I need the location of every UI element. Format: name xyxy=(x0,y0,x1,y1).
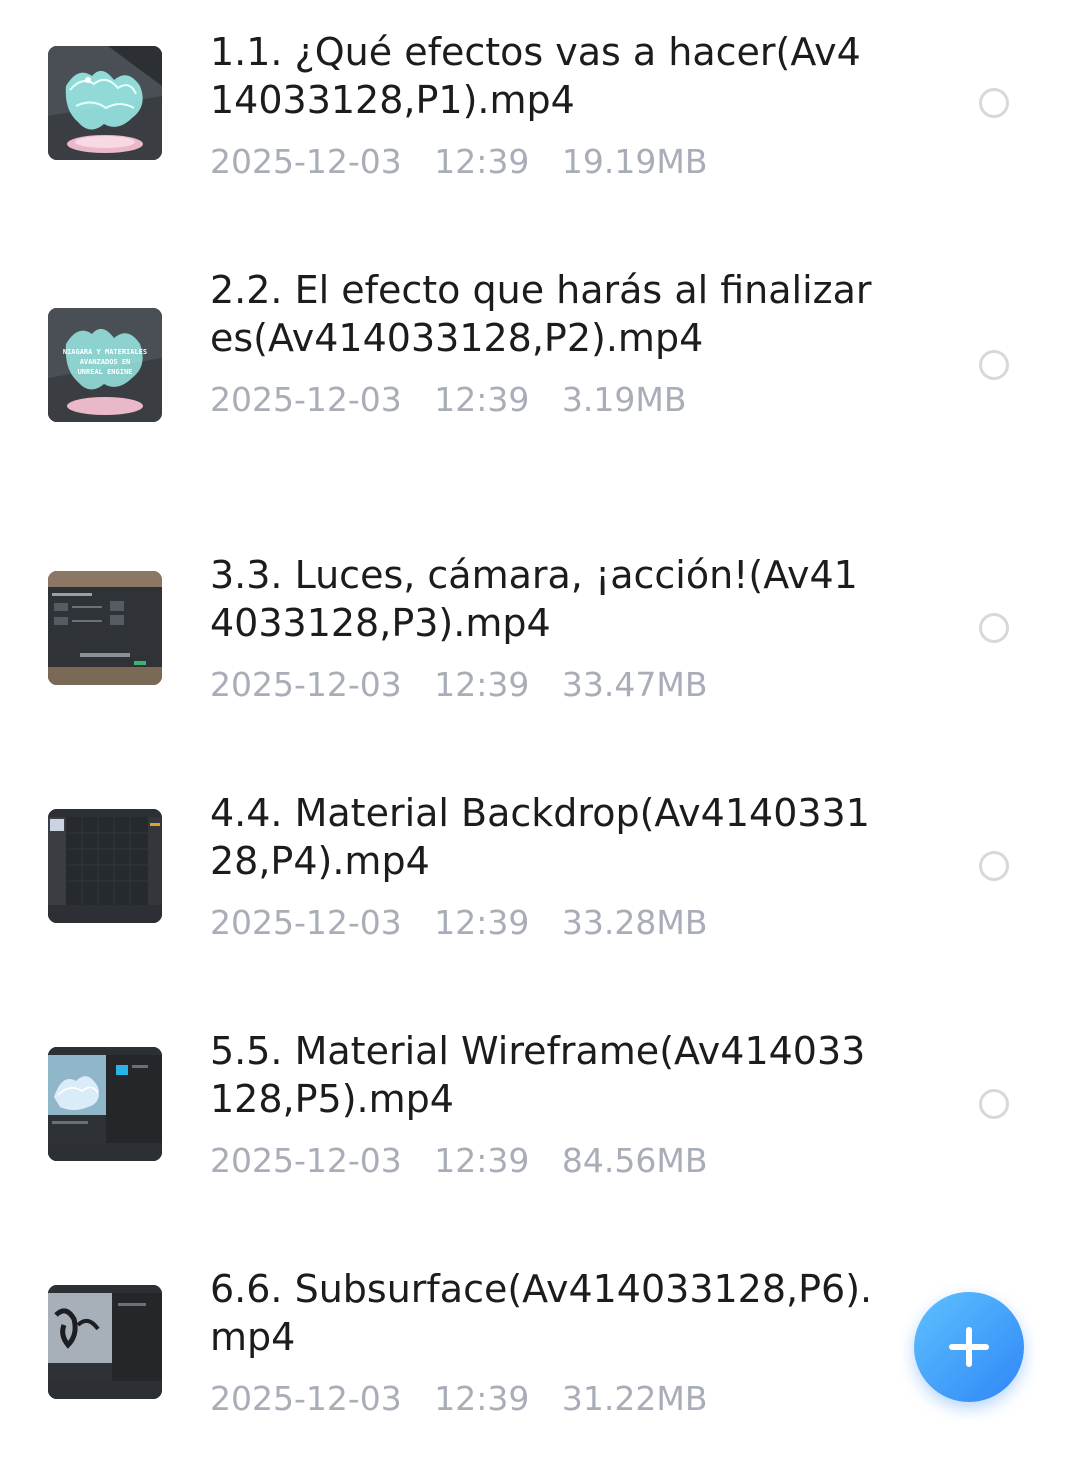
video-thumbnail xyxy=(48,1285,162,1399)
file-name: 5.5. Material Wireframe(Av414033128,P5).… xyxy=(210,1029,866,1121)
material-editor-image xyxy=(48,809,162,923)
thumb-caption-line: NIAGARA Y MATERIALES xyxy=(63,348,147,356)
file-size: 33.47MB xyxy=(561,665,708,704)
file-time: 12:39 xyxy=(434,142,530,181)
file-row[interactable]: 4.4. Material Backdrop(Av414033128,P4).m… xyxy=(0,761,1080,999)
video-thumbnail: NIAGARA Y MATERIALES AVANZADOS EN UNREAL… xyxy=(48,308,162,422)
file-meta: 2025-12-03 12:39 84.56MB xyxy=(210,1139,880,1183)
file-list: 1.1. ¿Qué efectos vas a hacer(Av41403312… xyxy=(0,0,1080,1418)
file-time: 12:39 xyxy=(434,1379,530,1418)
file-info: 2.2. El efecto que harás al finalizar es… xyxy=(210,266,880,422)
thumb-caption-line: AVANZADOS EN xyxy=(80,358,131,366)
dragon-hologram-image xyxy=(48,46,162,160)
plus-icon xyxy=(949,1327,989,1367)
file-size: 31.22MB xyxy=(561,1379,708,1418)
video-thumbnail xyxy=(48,571,162,685)
file-date: 2025-12-03 xyxy=(210,1379,402,1418)
file-info: 6.6. Subsurface(Av414033128,P6).mp4 2025… xyxy=(210,1265,880,1421)
video-thumbnail xyxy=(48,1047,162,1161)
file-row[interactable]: NIAGARA Y MATERIALES AVANZADOS EN UNREAL… xyxy=(0,238,1080,476)
file-info: 3.3. Luces, cámara, ¡acción!(Av414033128… xyxy=(210,551,880,707)
file-name: 2.2. El efecto que harás al finalizar es… xyxy=(210,268,872,360)
file-name: 1.1. ¿Qué efectos vas a hacer(Av41403312… xyxy=(210,30,861,122)
file-date: 2025-12-03 xyxy=(210,380,402,419)
file-meta: 2025-12-03 12:39 33.47MB xyxy=(210,663,880,707)
file-size: 84.56MB xyxy=(561,1141,708,1180)
video-thumbnail xyxy=(48,809,162,923)
file-meta: 2025-12-03 12:39 3.19MB xyxy=(210,378,880,422)
dragon-title-card-image: NIAGARA Y MATERIALES AVANZADOS EN UNREAL… xyxy=(48,308,162,422)
file-info: 4.4. Material Backdrop(Av414033128,P4).m… xyxy=(210,789,880,945)
file-meta: 2025-12-03 12:39 19.19MB xyxy=(210,140,880,184)
file-info: 1.1. ¿Qué efectos vas a hacer(Av41403312… xyxy=(210,28,880,184)
video-thumbnail xyxy=(48,46,162,160)
file-time: 12:39 xyxy=(434,1141,530,1180)
file-name: 4.4. Material Backdrop(Av414033128,P4).m… xyxy=(210,791,870,883)
file-meta: 2025-12-03 12:39 31.22MB xyxy=(210,1377,880,1421)
file-time: 12:39 xyxy=(434,903,530,942)
file-meta: 2025-12-03 12:39 33.28MB xyxy=(210,901,880,945)
wireframe-editor-image xyxy=(48,1047,162,1161)
file-row[interactable]: 3.3. Luces, cámara, ¡acción!(Av414033128… xyxy=(0,523,1080,761)
file-row[interactable]: 5.5. Material Wireframe(Av414033128,P5).… xyxy=(0,999,1080,1237)
thumb-caption-line: UNREAL ENGINE xyxy=(78,368,133,376)
file-date: 2025-12-03 xyxy=(210,1141,402,1180)
file-size: 3.19MB xyxy=(561,380,687,419)
file-date: 2025-12-03 xyxy=(210,665,402,704)
select-radio[interactable] xyxy=(979,350,1009,380)
select-radio[interactable] xyxy=(979,851,1009,881)
project-settings-image xyxy=(48,571,162,685)
file-date: 2025-12-03 xyxy=(210,142,402,181)
file-row[interactable]: 1.1. ¿Qué efectos vas a hacer(Av41403312… xyxy=(0,0,1080,238)
file-time: 12:39 xyxy=(434,665,530,704)
select-radio[interactable] xyxy=(979,88,1009,118)
file-size: 33.28MB xyxy=(561,903,708,942)
select-radio[interactable] xyxy=(979,1089,1009,1119)
select-radio[interactable] xyxy=(979,613,1009,643)
file-size: 19.19MB xyxy=(561,142,708,181)
file-time: 12:39 xyxy=(434,380,530,419)
file-name: 6.6. Subsurface(Av414033128,P6).mp4 xyxy=(210,1267,873,1359)
file-name: 3.3. Luces, cámara, ¡acción!(Av414033128… xyxy=(210,553,858,645)
file-info: 5.5. Material Wireframe(Av414033128,P5).… xyxy=(210,1027,880,1183)
subsurface-editor-image xyxy=(48,1285,162,1399)
file-date: 2025-12-03 xyxy=(210,903,402,942)
add-button[interactable] xyxy=(914,1292,1024,1402)
